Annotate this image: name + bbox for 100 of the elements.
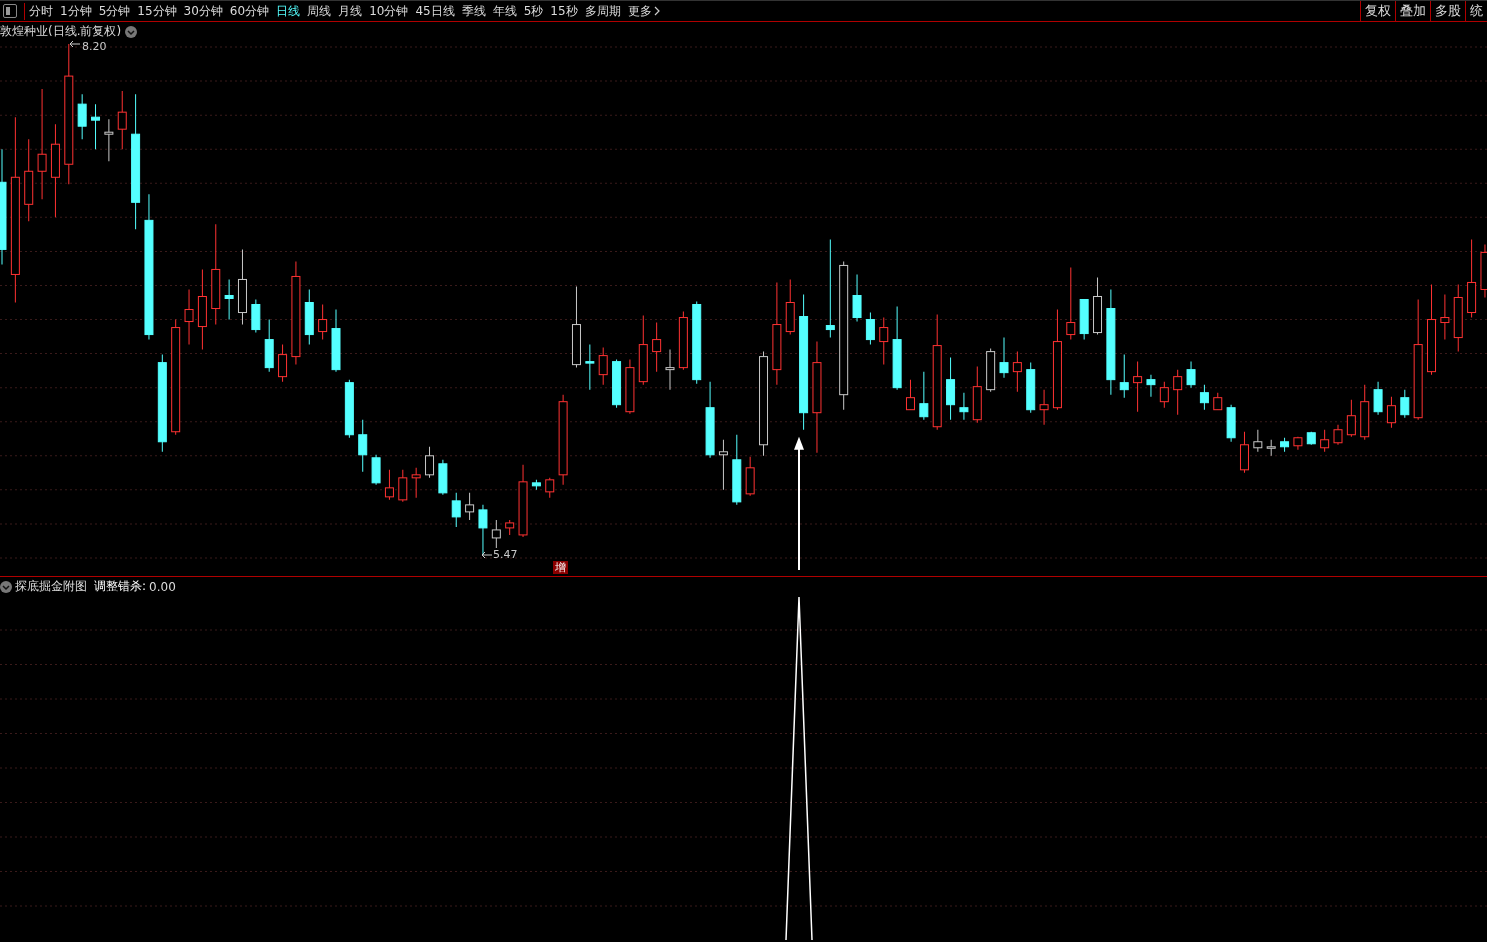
candlestick [318, 304, 328, 341]
candlestick [1346, 399, 1356, 438]
dropdown-icon[interactable] [125, 25, 138, 38]
candlestick [879, 317, 889, 366]
period-tab[interactable]: 15分钟 [137, 2, 177, 20]
more-button[interactable]: 更多 [627, 2, 652, 20]
candlestick [678, 311, 688, 371]
price-label: 8.20 [82, 40, 107, 53]
period-tab[interactable]: 45日线 [415, 2, 455, 20]
candlestick [505, 519, 515, 536]
candlestick [358, 419, 368, 473]
candlestick [411, 467, 421, 499]
candlestick [612, 359, 622, 409]
period-tab[interactable]: 30分钟 [183, 2, 223, 20]
dropdown-icon[interactable] [0, 580, 12, 593]
candlestick [986, 348, 996, 393]
candlestick [278, 344, 288, 383]
candlestick [545, 477, 555, 499]
period-tab[interactable]: 年线 [492, 2, 517, 20]
candlestick [1146, 374, 1156, 398]
candlestick [999, 337, 1009, 379]
candlestick [1453, 283, 1463, 353]
candlestick [718, 439, 728, 491]
candlestick [1186, 361, 1196, 389]
candlestick [117, 90, 127, 150]
period-tab[interactable]: 60分钟 [229, 2, 270, 20]
candlestick [91, 103, 100, 150]
signal-badge: 增 [553, 561, 568, 574]
indicator-title: 探底掘金附图 [15, 578, 87, 595]
candlestick [652, 322, 662, 373]
panel-toggle-icon[interactable] [3, 4, 17, 18]
period-tab[interactable]: 5秒 [523, 2, 544, 20]
candlestick [251, 299, 261, 334]
period-tab[interactable]: 10分钟 [369, 2, 409, 20]
period-tab[interactable]: 周线 [307, 2, 332, 20]
candlestick [665, 349, 675, 391]
candlestick [184, 289, 194, 346]
candlestick [972, 366, 982, 424]
candlestick [946, 357, 956, 421]
candlestick [1280, 437, 1290, 453]
candlestick [638, 315, 648, 386]
candlestick [1386, 396, 1396, 429]
candlestick [491, 519, 501, 549]
toolbar-button[interactable]: 复权 [1360, 1, 1395, 21]
period-tab[interactable]: 分时 [24, 2, 53, 20]
candlestick [625, 359, 635, 415]
candlestick [745, 456, 755, 497]
candlestick [371, 454, 381, 486]
candlestick [1480, 243, 1487, 298]
candlestick [865, 312, 875, 346]
period-tab[interactable]: 5分钟 [98, 2, 131, 20]
price-label: 5.47 [493, 548, 518, 561]
candlestick [1039, 389, 1049, 426]
toolbar-button[interactable]: 统 [1465, 1, 1487, 21]
candlestick [1119, 354, 1129, 399]
period-tab[interactable]: 季线 [461, 2, 486, 20]
candlestick [77, 93, 87, 140]
toolbar-button[interactable]: 叠加 [1395, 1, 1430, 21]
candlestick [1026, 362, 1036, 414]
candlestick [264, 319, 274, 373]
pointer-arrow-icon [69, 40, 81, 48]
candlestick [1266, 439, 1276, 457]
candlestick [919, 371, 929, 421]
candlestick [1133, 361, 1143, 413]
candlestick [531, 479, 541, 491]
period-tab[interactable]: 1分钟 [60, 2, 92, 20]
period-tab[interactable]: 多周期 [584, 2, 621, 20]
period-tab[interactable]: 15秒 [550, 2, 578, 20]
candlestick [1306, 431, 1316, 446]
candlestick [1293, 436, 1303, 451]
period-tab[interactable]: 月线 [338, 2, 363, 20]
candlestick [304, 289, 314, 346]
candlestick [224, 278, 234, 321]
candlestick [1333, 424, 1343, 446]
candlestick [852, 273, 862, 323]
candlestick [1320, 429, 1330, 453]
candlestick [1079, 299, 1089, 341]
candlestick [585, 344, 595, 391]
candlestick [732, 434, 742, 506]
candlestick [344, 379, 354, 439]
candlestick [1253, 429, 1263, 453]
candlestick [598, 347, 608, 386]
candlestick [438, 459, 448, 496]
candlestick [384, 469, 394, 501]
candlestick [1012, 351, 1022, 393]
period-tab[interactable]: 日线 [276, 2, 301, 20]
candlestick [104, 118, 114, 162]
candlestick [1240, 431, 1249, 474]
candlestick [1400, 389, 1410, 419]
chart-title-text: 敦煌种业(日线.前复权) [0, 23, 122, 40]
candlestick [398, 469, 408, 503]
candlestick [478, 504, 488, 556]
candlestick [1440, 294, 1450, 341]
indicator-reading-label: 调整错杀: [94, 578, 147, 595]
candlestick [785, 278, 795, 336]
candlestick [425, 446, 434, 479]
toolbar-button[interactable]: 多股 [1430, 1, 1465, 21]
chevron-right-icon[interactable] [653, 6, 661, 16]
candlestick [906, 379, 915, 411]
candlestick [1213, 392, 1223, 411]
